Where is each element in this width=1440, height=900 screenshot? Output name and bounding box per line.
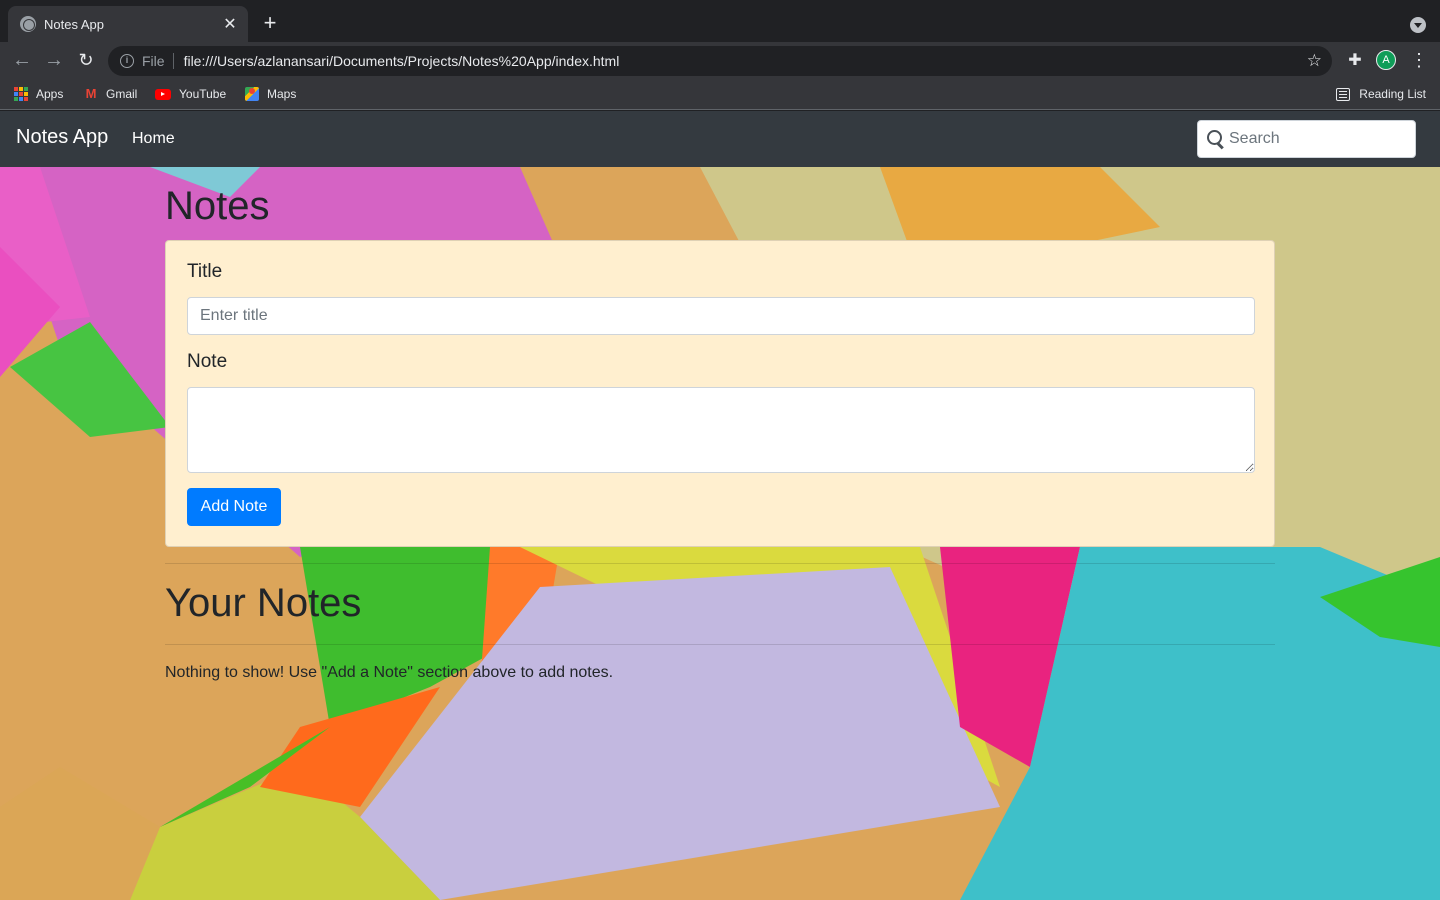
- search-box[interactable]: [1197, 120, 1416, 158]
- address-bar[interactable]: i File file:///Users/azlanansari/Documen…: [108, 46, 1332, 76]
- bookmark-maps[interactable]: Maps: [245, 85, 296, 103]
- title-input[interactable]: [187, 297, 1255, 335]
- scheme-label: File: [142, 53, 174, 69]
- url-text[interactable]: file:///Users/azlanansari/Documents/Proj…: [184, 53, 1307, 69]
- nav-link-home[interactable]: Home: [132, 130, 175, 148]
- page-title: Notes: [165, 184, 270, 228]
- globe-icon: [20, 16, 36, 32]
- maps-icon: [245, 87, 259, 101]
- divider: [165, 644, 1275, 645]
- search-input[interactable]: [1229, 130, 1409, 148]
- new-tab-button[interactable]: +: [258, 12, 282, 36]
- your-notes-heading: Your Notes: [165, 581, 362, 625]
- close-tab-icon[interactable]: ✕: [222, 14, 238, 34]
- title-label: Title: [187, 261, 223, 282]
- browser-tab[interactable]: Notes App ✕: [8, 6, 248, 42]
- note-textarea[interactable]: [187, 387, 1255, 473]
- tab-title: Notes App: [44, 16, 104, 32]
- bookmark-gmail[interactable]: M Gmail: [84, 85, 138, 103]
- reading-list-button[interactable]: Reading List: [1336, 85, 1426, 103]
- bookmark-label: YouTube: [179, 87, 227, 101]
- bookmark-label: Gmail: [106, 87, 138, 101]
- bookmark-star-icon[interactable]: ☆: [1307, 51, 1322, 71]
- kebab-menu-icon[interactable]: ⋮: [1410, 50, 1428, 70]
- note-label: Note: [187, 351, 228, 372]
- bookmark-youtube[interactable]: YouTube: [155, 85, 226, 103]
- profile-avatar[interactable]: A: [1376, 50, 1396, 70]
- extensions-puzzle-icon[interactable]: ✚: [1345, 50, 1365, 70]
- browser-toolbar: ← → ↻ i File file:///Users/azlanansari/D…: [0, 42, 1440, 78]
- info-icon[interactable]: i: [120, 54, 134, 68]
- bookmark-label: Apps: [36, 87, 64, 101]
- bookmark-label: Maps: [267, 87, 297, 101]
- divider: [165, 563, 1275, 564]
- add-note-button[interactable]: Add Note: [187, 488, 281, 526]
- reading-list-label: Reading List: [1359, 87, 1426, 101]
- gmail-icon: M: [85, 86, 97, 101]
- apps-grid-icon: [14, 87, 28, 101]
- navbar: Notes App Home: [0, 111, 1440, 167]
- add-note-card: Title Note Add Note: [165, 240, 1275, 547]
- back-arrow-icon[interactable]: ←: [10, 48, 34, 72]
- tab-search-icon[interactable]: [1410, 17, 1426, 33]
- youtube-icon: [155, 88, 171, 100]
- web-page: Notes App Home Search Notes Title Enter …: [0, 111, 1440, 900]
- reading-list-icon: [1336, 87, 1351, 101]
- search-icon: [1206, 129, 1226, 149]
- browser-tabstrip: Notes App ✕ +: [0, 0, 1440, 42]
- navbar-brand[interactable]: Notes App: [16, 126, 108, 149]
- reload-icon[interactable]: ↻: [74, 48, 98, 72]
- bookmark-apps[interactable]: Apps: [14, 85, 63, 103]
- forward-arrow-icon[interactable]: →: [42, 48, 66, 72]
- bookmarks-bar: Apps M Gmail YouTube Maps Reading List: [0, 78, 1440, 110]
- empty-notes-message: Nothing to show! Use "Add a Note" sectio…: [165, 664, 614, 681]
